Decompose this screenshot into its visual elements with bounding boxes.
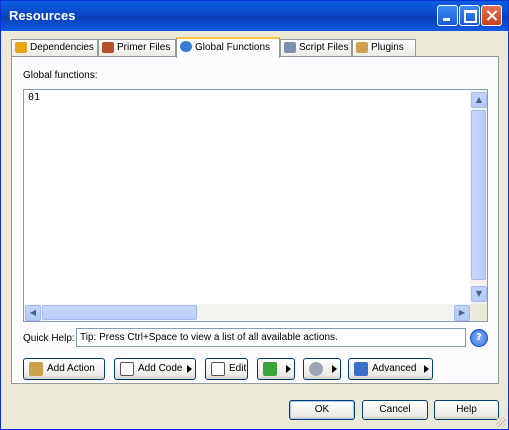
dropdown-arrow-icon xyxy=(286,365,291,373)
minimize-button[interactable] xyxy=(437,5,458,26)
code-icon xyxy=(120,362,134,376)
tab-global-functions[interactable]: Global Functions xyxy=(176,37,280,58)
tools-icon xyxy=(309,362,323,376)
globe-icon xyxy=(180,41,192,52)
edit-button[interactable]: Edit xyxy=(205,358,248,380)
tab-label: Plugins xyxy=(371,42,404,53)
maximize-button[interactable] xyxy=(459,5,480,26)
scroll-down-button[interactable]: ▼ xyxy=(471,286,487,302)
edit-icon xyxy=(211,362,225,376)
tab-plugins[interactable]: Plugins xyxy=(352,39,416,56)
tab-label: Script Files xyxy=(299,42,349,53)
help-icon[interactable]: ? xyxy=(470,329,488,347)
plug-icon xyxy=(356,42,368,53)
close-button[interactable] xyxy=(481,5,502,26)
box-icon xyxy=(15,42,27,53)
horizontal-scroll-thumb[interactable] xyxy=(42,305,197,320)
ok-button[interactable]: OK xyxy=(289,400,355,420)
advanced-label: Advanced xyxy=(372,363,417,374)
code-editor[interactable]: 01 ▲ ▼ ◀ ▶ xyxy=(23,89,488,322)
cancel-button[interactable]: Cancel xyxy=(362,400,428,420)
add-code-label: Add Code xyxy=(138,363,183,374)
tab-script-files[interactable]: Script Files xyxy=(280,39,352,56)
tools-menu-button[interactable] xyxy=(303,358,341,380)
vertical-scrollbar[interactable]: ▲ ▼ xyxy=(470,90,487,304)
scroll-up-button[interactable]: ▲ xyxy=(471,92,487,108)
script-icon xyxy=(284,42,296,53)
dropdown-arrow-icon xyxy=(424,365,429,373)
window-title: Resources xyxy=(9,8,76,23)
tab-panel: Global functions: 01 ▲ ▼ ◀ ▶ Quick Help:… xyxy=(11,56,499,384)
add-action-button[interactable]: Add Action xyxy=(23,358,105,380)
vertical-scroll-thumb[interactable] xyxy=(471,110,486,280)
add-code-button[interactable]: Add Code xyxy=(114,358,196,380)
tab-dependencies[interactable]: Dependencies xyxy=(11,39,98,56)
wrench-icon xyxy=(102,42,114,53)
resources-window: Resources Dependencies Primer Files Glob… xyxy=(0,0,509,430)
quick-help-label: Quick Help: xyxy=(23,333,75,344)
tab-label: Dependencies xyxy=(30,42,94,53)
edit-label: Edit xyxy=(229,363,247,374)
run-icon xyxy=(263,362,277,376)
scroll-right-button[interactable]: ▶ xyxy=(454,305,470,321)
advanced-button[interactable]: Advanced xyxy=(348,358,433,380)
tab-label: Global Functions xyxy=(195,42,271,53)
global-functions-label: Global functions: xyxy=(23,70,98,81)
resize-grip[interactable] xyxy=(496,417,506,427)
tab-primer-files[interactable]: Primer Files xyxy=(98,39,176,56)
horizontal-scrollbar[interactable]: ◀ ▶ xyxy=(24,304,471,321)
save-icon xyxy=(354,362,368,376)
quick-help-box: Tip: Press Ctrl+Space to view a list of … xyxy=(76,328,466,347)
help-button[interactable]: Help xyxy=(434,400,499,420)
dropdown-arrow-icon xyxy=(332,365,337,373)
scroll-left-button[interactable]: ◀ xyxy=(25,305,41,321)
run-menu-button[interactable] xyxy=(257,358,295,380)
line-number: 01 xyxy=(28,92,41,103)
add-action-label: Add Action xyxy=(47,363,95,374)
scroll-corner xyxy=(470,304,487,321)
tab-label: Primer Files xyxy=(117,42,171,53)
wand-icon xyxy=(29,362,43,376)
dropdown-arrow-icon xyxy=(187,365,192,373)
title-bar[interactable]: Resources xyxy=(1,1,508,31)
